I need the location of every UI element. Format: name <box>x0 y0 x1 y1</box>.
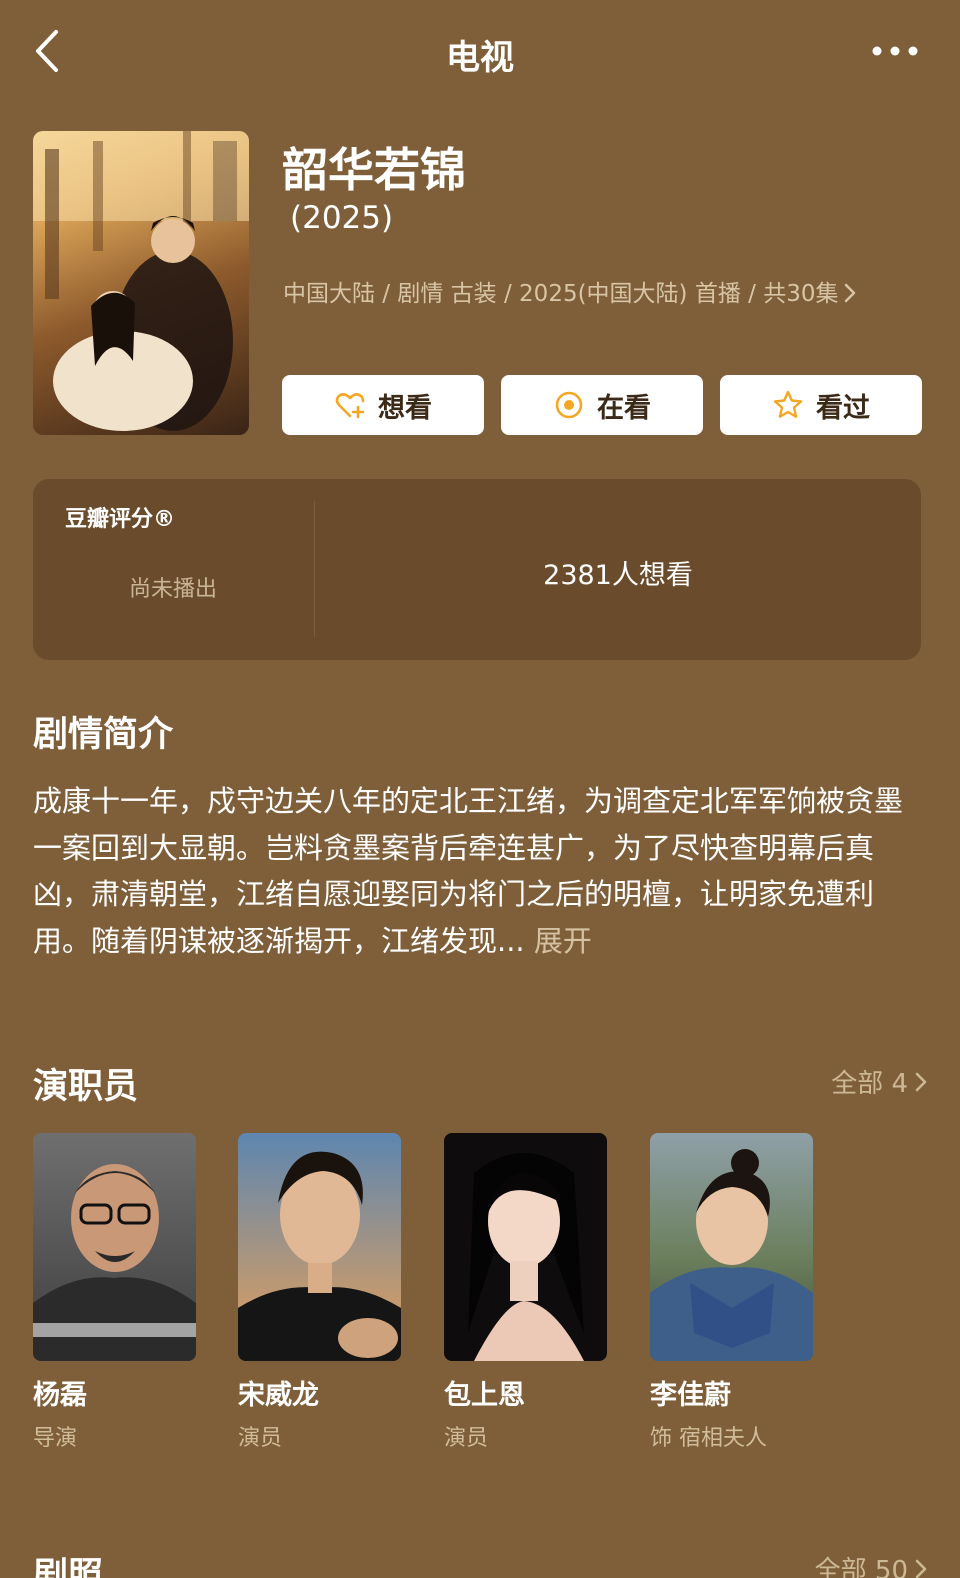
cast-role: 演员 <box>444 1426 489 1451</box>
cast-photo <box>238 1133 401 1361</box>
expand-link[interactable]: 展开 <box>534 924 592 958</box>
cast-role: 导演 <box>33 1426 78 1451</box>
cast-member-card[interactable]: 宋威龙 演员 <box>238 1133 401 1452</box>
cast-member-card[interactable]: 李佳蔚 饰 宿相夫人 <box>650 1133 813 1452</box>
cast-all-label: 全部 4 <box>831 1069 908 1099</box>
watching-button[interactable]: 在看 <box>501 375 703 435</box>
cast-photo <box>650 1133 813 1361</box>
cast-name: 包上恩 <box>444 1380 525 1411</box>
synopsis-text: 成康十一年，戍守边关八年的定北王江绪，为调查定北军军饷被贪墨一案回到大显朝。岂料… <box>33 784 904 958</box>
show-meta-link[interactable]: 中国大陆 / 剧情 古装 / 2025(中国大陆) 首播 / 共30集 <box>283 274 856 309</box>
page-title: 电视 <box>446 38 514 78</box>
show-title: 韶华若锦 <box>282 143 466 197</box>
cast-role: 演员 <box>238 1426 283 1451</box>
cast-title: 演职员 <box>33 1067 139 1107</box>
synopsis-title: 剧情简介 <box>33 715 174 755</box>
rating-card: 豆瓣评分® 尚未播出 2381人想看 <box>33 479 921 660</box>
cast-all-link[interactable]: 全部 4 <box>831 1063 928 1100</box>
cast-name: 宋威龙 <box>238 1380 319 1411</box>
heart-plus-icon <box>334 389 366 421</box>
star-outline-icon <box>772 389 804 421</box>
rating-brand: 豆瓣评分® <box>65 507 176 532</box>
show-meta-text: 中国大陆 / 剧情 古装 / 2025(中国大陆) 首播 / 共30集 <box>283 281 839 307</box>
more-dots-icon <box>872 46 918 56</box>
cast-name: 李佳蔚 <box>650 1380 731 1411</box>
rating-status: 尚未播出 <box>128 577 217 602</box>
show-poster[interactable] <box>33 131 249 435</box>
watched-button[interactable]: 看过 <box>720 375 922 435</box>
stills-title: 剧照 <box>33 1556 104 1578</box>
stills-all-label: 全部 50 <box>814 1556 908 1578</box>
want-count: 2381人想看 <box>543 560 693 591</box>
top-bar: 电视 <box>0 0 960 104</box>
want-to-watch-label: 想看 <box>378 392 432 424</box>
cast-member-card[interactable]: 杨磊 导演 <box>33 1133 196 1452</box>
watched-label: 看过 <box>816 392 870 424</box>
target-circle-icon <box>553 389 585 421</box>
cast-name: 杨磊 <box>33 1380 87 1411</box>
show-year: (2025) <box>290 200 394 236</box>
watching-label: 在看 <box>597 392 651 424</box>
synopsis-text-block: 成康十一年，戍守边关八年的定北王江绪，为调查定北军军饷被贪墨一案回到大显朝。岂料… <box>33 778 913 964</box>
chevron-right-icon <box>915 1559 927 1578</box>
stills-all-link[interactable]: 全部 50 <box>815 1550 928 1578</box>
want-to-watch-button[interactable]: 想看 <box>282 375 484 435</box>
cast-photo <box>444 1133 607 1361</box>
cast-member-card[interactable]: 包上恩 演员 <box>444 1133 607 1452</box>
cast-role: 饰 宿相夫人 <box>650 1426 767 1451</box>
chevron-right-icon <box>844 283 856 309</box>
chevron-right-icon <box>915 1072 927 1091</box>
cast-photo <box>33 1133 196 1361</box>
more-button[interactable] <box>870 40 920 62</box>
